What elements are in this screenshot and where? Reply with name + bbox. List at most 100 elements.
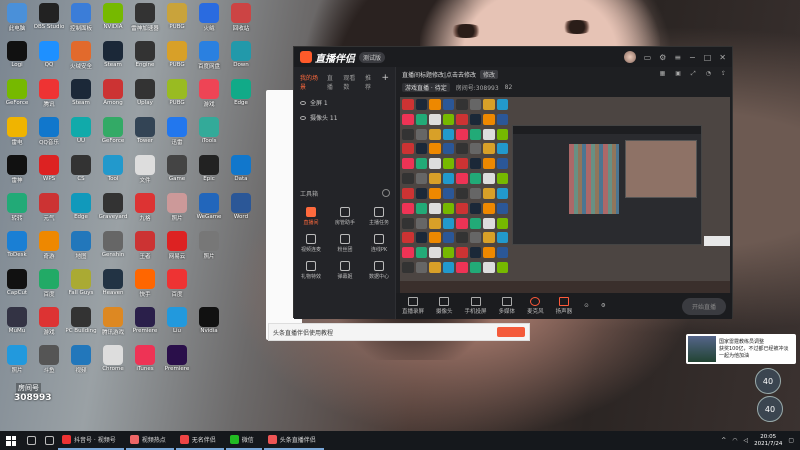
tool-item[interactable]: 礼物特效 (294, 261, 328, 280)
desktop-icon[interactable]: 网易云 (161, 231, 193, 260)
tutorial-bar-button[interactable] (497, 327, 525, 337)
tab-my-scenes[interactable]: 我的场景 (300, 73, 321, 91)
tool-item[interactable]: 粉丝团 (328, 234, 362, 253)
desktop-icon[interactable]: 回收站 (225, 3, 257, 32)
desktop-icon[interactable]: 此电脑 (1, 3, 33, 32)
stream-preview[interactable] (400, 97, 730, 297)
desktop-icon[interactable]: Engine (129, 41, 161, 68)
gift-counter-badge[interactable]: 40 (757, 396, 783, 422)
desktop-icon[interactable]: 雷神 (1, 155, 33, 184)
fullscreen-icon[interactable]: ⤢ (691, 70, 696, 78)
desktop-icon[interactable]: 百度 (161, 269, 193, 298)
toolbar-button[interactable]: 多媒体 (499, 297, 515, 315)
search-icon[interactable] (22, 431, 40, 450)
layout-icon[interactable]: ▣ (675, 70, 681, 78)
category-tag[interactable]: 游戏直播 · 待定 (402, 82, 450, 92)
stream-title[interactable]: 直播间标题修改|点击去修改 (402, 70, 476, 79)
start-live-button[interactable]: 开始直播 (681, 297, 726, 315)
desktop-icon[interactable]: 火绒 (193, 3, 225, 32)
avatar[interactable] (623, 51, 636, 63)
desktop-icon[interactable]: NVIDIA (97, 3, 129, 30)
desktop-icon[interactable]: Game (161, 155, 193, 182)
taskbar-app[interactable]: 无名伴侣 (175, 431, 224, 450)
tool-item[interactable]: 主播任务 (362, 207, 396, 226)
desktop-icon[interactable]: QQ (33, 41, 65, 68)
desktop-icon[interactable]: 九格 (129, 193, 161, 222)
desktop-icon[interactable]: 游戏 (33, 307, 65, 336)
toolbar-button[interactable]: 摄像头 (436, 297, 453, 315)
desktop-icon[interactable]: 地图 (65, 231, 97, 260)
desktop-icon[interactable]: 转转 (1, 193, 33, 222)
desktop-icon[interactable]: Heaven (97, 269, 129, 296)
desktop-icon[interactable]: Logi (1, 41, 33, 68)
desktop-icon[interactable]: 元气 (33, 193, 65, 222)
desktop-icon[interactable]: 照片 (193, 231, 225, 260)
desktop-icon[interactable]: Down (225, 41, 257, 68)
taskbar-app[interactable]: 头条直播伴侣 (263, 431, 324, 450)
toolbar-button[interactable]: 扬声器 (556, 297, 572, 315)
network-icon[interactable]: ◠ (732, 437, 737, 444)
desktop-icon[interactable]: PC Building (65, 307, 97, 334)
desktop-icon[interactable]: GeForce (97, 117, 129, 144)
desktop-icon[interactable]: 斗鱼 (33, 345, 65, 374)
desktop-icon[interactable]: MuMu (1, 307, 33, 334)
tab-live[interactable]: 直播 (327, 73, 337, 91)
toolbar-button[interactable]: 直播录屏 (402, 297, 424, 315)
desktop-icon[interactable]: Among (97, 79, 129, 106)
desktop-icon[interactable]: Nvidia (193, 307, 225, 334)
toolbox-expand-icon[interactable] (382, 189, 390, 197)
desktop-icon[interactable]: PUBG (161, 3, 193, 30)
tab-viewers[interactable]: 观看数 (343, 73, 359, 91)
taskbar-app[interactable]: 抖音号 · 视频号 (58, 431, 124, 450)
scene-item[interactable]: 摄像头 11 (294, 110, 395, 125)
visibility-icon[interactable] (300, 115, 306, 120)
desktop-icon[interactable]: 游戏 (193, 79, 225, 108)
desktop-icon[interactable]: Word (225, 193, 257, 220)
desktop-icon[interactable]: Tower (129, 117, 161, 144)
desktop-icon[interactable]: CS (65, 155, 97, 182)
toolbar-button[interactable]: 手机投屏 (465, 297, 487, 315)
desktop-icon[interactable]: 快手 (129, 269, 161, 298)
share-icon[interactable]: ⇪ (721, 70, 726, 78)
maximize-icon[interactable]: □ (704, 53, 712, 62)
desktop-icon[interactable]: 文件 (129, 155, 161, 184)
desktop-icon[interactable]: 腾讯游戏 (97, 307, 129, 336)
desktop-icon[interactable]: 雷神加速器 (129, 3, 161, 32)
clock[interactable]: 20:05 2021/7/24 (754, 434, 782, 448)
desktop-icon[interactable]: Edge (65, 193, 97, 220)
desktop-icon[interactable]: Uplay (129, 79, 161, 106)
desktop-icon[interactable]: Data (225, 155, 257, 182)
desktop-icon[interactable]: Edge (225, 79, 257, 106)
desktop-icon[interactable]: Graveyard (97, 193, 129, 220)
notification-icon[interactable]: ▢ (788, 437, 794, 444)
desktop-icon[interactable]: CapCut (1, 269, 33, 296)
desktop-icon[interactable]: WPS (33, 155, 65, 182)
desktop-icon[interactable]: GeForce (1, 79, 33, 106)
toolbar-button[interactable]: 麦克风 (527, 297, 544, 315)
task-view-icon[interactable] (40, 431, 58, 450)
desktop-icon[interactable]: ToDesk (1, 231, 33, 258)
settings-icon[interactable]: ⚙ (659, 53, 666, 62)
desktop-icon[interactable]: iTunes (129, 345, 161, 372)
desktop-icon[interactable]: PUBG (161, 79, 193, 106)
scene-item[interactable]: 全屏 1 (294, 95, 395, 110)
desktop-icon[interactable]: Chrome (97, 345, 129, 372)
desktop-icon[interactable]: WeGame (193, 193, 225, 220)
desktop-icon[interactable]: PUBG (161, 41, 193, 68)
version-badge[interactable]: 测试版 (359, 51, 386, 63)
tool-item[interactable]: 直播间 (294, 207, 328, 226)
desktop-icon[interactable]: iTools (193, 117, 225, 144)
gift-counter-badge[interactable]: 40 (755, 368, 781, 394)
bell-icon[interactable]: ◔ (706, 70, 711, 78)
tool-item[interactable]: 弹幕姬 (328, 261, 362, 280)
tool-item[interactable]: 视频连麦 (294, 234, 328, 253)
close-icon[interactable]: ✕ (719, 53, 726, 62)
tab-recommend[interactable]: 推荐 (365, 73, 375, 91)
desktop-icon[interactable]: Liu (161, 307, 193, 334)
minimize-icon[interactable]: − (689, 53, 696, 62)
news-popup[interactable]: 国家雷霆教练员调整 获奖100亿，不过都已经被冲淡 一起为他加油 (686, 334, 796, 364)
taskbar-app[interactable]: 视频热点 (125, 431, 174, 450)
tool-item[interactable]: 数据中心 (362, 261, 396, 280)
desktop-icon[interactable]: Premiere (161, 345, 193, 372)
desktop-icon[interactable]: 腾讯 (33, 79, 65, 108)
